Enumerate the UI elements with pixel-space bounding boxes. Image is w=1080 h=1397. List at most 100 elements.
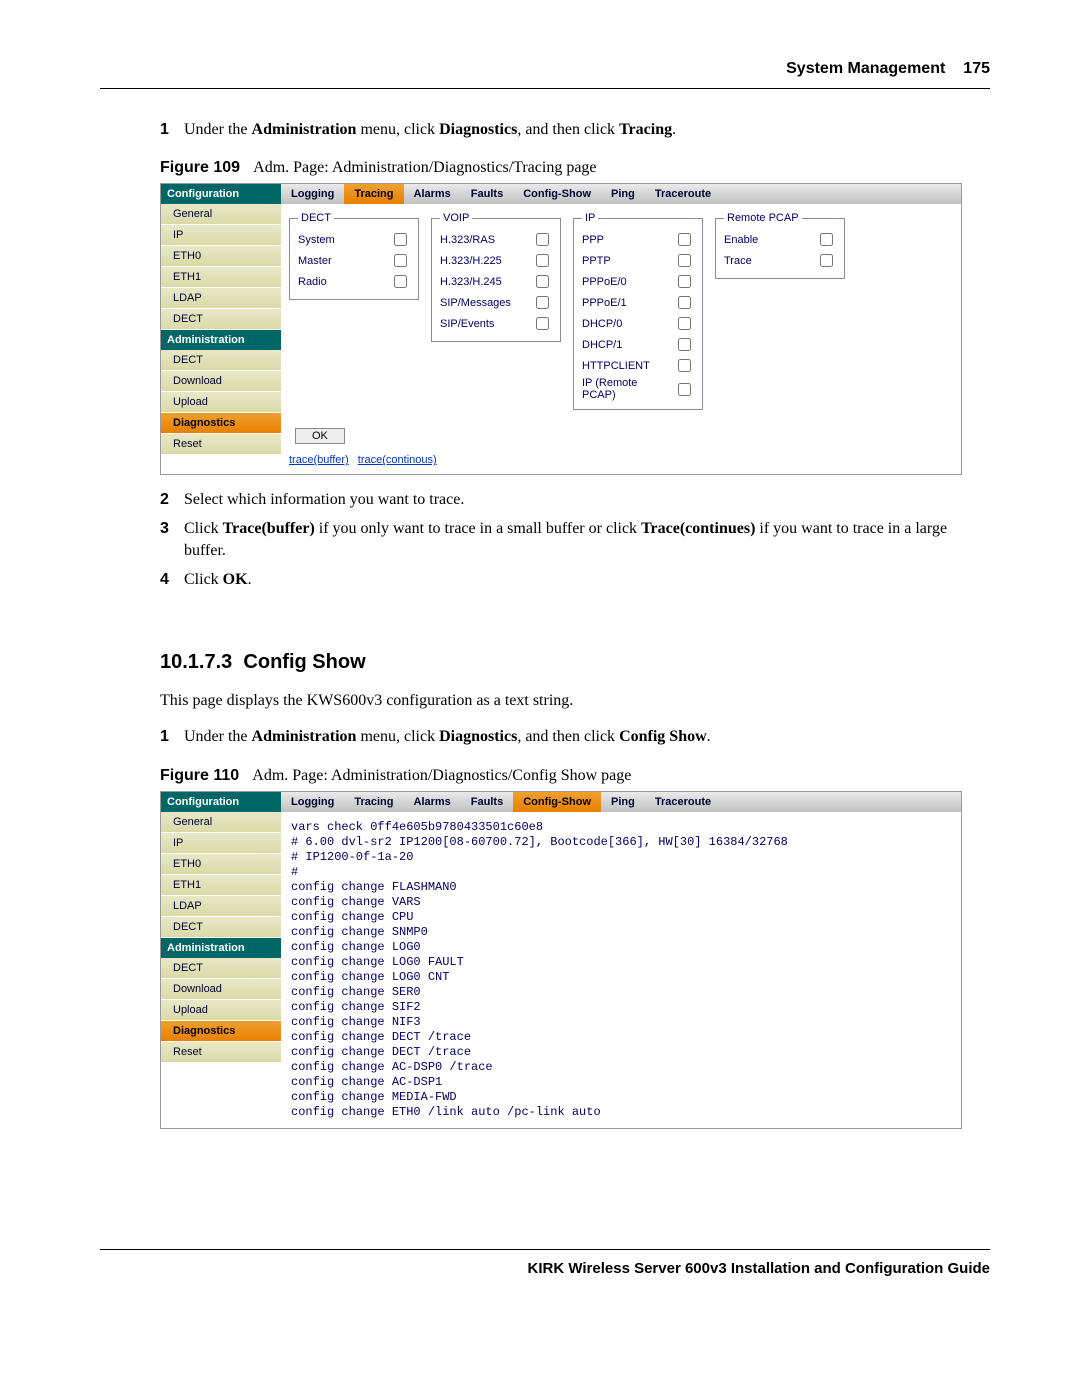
tab-tracing[interactable]: Tracing — [344, 184, 403, 204]
option-label: Enable — [724, 234, 810, 246]
sidebar-item-upload[interactable]: Upload — [161, 392, 281, 413]
tab-logging[interactable]: Logging — [281, 184, 344, 204]
sidebar-item-dect[interactable]: DECT — [161, 350, 281, 371]
sidebar-item-diagnostics[interactable]: Diagnostics — [161, 1021, 281, 1042]
checkbox-enable[interactable] — [820, 233, 833, 246]
sidebar-head-configuration: Configuration — [161, 184, 281, 204]
link-trace-continous[interactable]: trace(continous) — [358, 454, 437, 466]
sidebar-item-upload[interactable]: Upload — [161, 1000, 281, 1021]
step-1: 1 Under the Administration menu, click D… — [160, 119, 990, 141]
sidebar: Configuration GeneralIPETH0ETH1LDAPDECT … — [161, 792, 281, 1128]
checkbox-master[interactable] — [394, 254, 407, 267]
tab-ping[interactable]: Ping — [601, 184, 645, 204]
sidebar: Configuration GeneralIPETH0ETH1LDAPDECT … — [161, 184, 281, 474]
sidebar-item-download[interactable]: Download — [161, 979, 281, 1000]
sidebar-item-general[interactable]: General — [161, 204, 281, 225]
checkbox-h-323-h-245[interactable] — [536, 275, 549, 288]
option-label: HTTPCLIENT — [582, 360, 668, 372]
tab-faults[interactable]: Faults — [461, 792, 513, 812]
tab-traceroute[interactable]: Traceroute — [645, 184, 721, 204]
option-label: PPPoE/0 — [582, 276, 668, 288]
option-label: SIP/Messages — [440, 297, 526, 309]
option-label: Trace — [724, 255, 810, 267]
tab-config-show[interactable]: Config-Show — [513, 792, 601, 812]
admin-configshow-screenshot: Configuration GeneralIPETH0ETH1LDAPDECT … — [160, 791, 962, 1129]
option-row: HTTPCLIENT — [582, 356, 694, 375]
ok-row: OK — [289, 422, 953, 444]
sidebar-item-ip[interactable]: IP — [161, 225, 281, 246]
option-row: DHCP/0 — [582, 314, 694, 333]
figure-text: Adm. Page: Administration/Diagnostics/Co… — [252, 767, 631, 784]
sidebar-item-dect[interactable]: DECT — [161, 309, 281, 330]
checkbox-ip-remote-pcap-[interactable] — [678, 383, 691, 396]
option-label: Radio — [298, 276, 384, 288]
option-row: PPPoE/0 — [582, 272, 694, 291]
option-row: IP (Remote PCAP) — [582, 377, 694, 401]
checkbox-pptp[interactable] — [678, 254, 691, 267]
tab-faults[interactable]: Faults — [461, 184, 513, 204]
option-row: PPPoE/1 — [582, 293, 694, 312]
step-text: Select which information you want to tra… — [184, 489, 990, 511]
option-row: PPP — [582, 230, 694, 249]
option-label: DHCP/0 — [582, 318, 668, 330]
figure-text: Adm. Page: Administration/Diagnostics/Tr… — [253, 159, 596, 176]
sidebar-item-eth0[interactable]: ETH0 — [161, 246, 281, 267]
sidebar-item-dect[interactable]: DECT — [161, 917, 281, 938]
checkbox-dhcp-1[interactable] — [678, 338, 691, 351]
sidebar-item-eth1[interactable]: ETH1 — [161, 267, 281, 288]
tab-bar: LoggingTracingAlarmsFaultsConfig-ShowPin… — [281, 792, 961, 812]
group-ip: IPPPPPPTPPPPoE/0PPPoE/1DHCP/0DHCP/1HTTPC… — [573, 212, 703, 410]
tab-traceroute[interactable]: Traceroute — [645, 792, 721, 812]
checkbox-sip-messages[interactable] — [536, 296, 549, 309]
option-label: Master — [298, 255, 384, 267]
sidebar-item-download[interactable]: Download — [161, 371, 281, 392]
option-row: H.323/H.225 — [440, 251, 552, 270]
sidebar-item-dect[interactable]: DECT — [161, 958, 281, 979]
checkbox-h-323-ras[interactable] — [536, 233, 549, 246]
option-label: PPTP — [582, 255, 668, 267]
checkbox-pppoe-1[interactable] — [678, 296, 691, 309]
checkbox-ppp[interactable] — [678, 233, 691, 246]
step-3: 3 Click Trace(buffer) if you only want t… — [160, 518, 990, 563]
admin-tracing-screenshot: Configuration GeneralIPETH0ETH1LDAPDECT … — [160, 183, 962, 475]
step-1b: 1 Under the Administration menu, click D… — [160, 726, 990, 748]
tab-alarms[interactable]: Alarms — [404, 184, 461, 204]
sidebar-item-general[interactable]: General — [161, 812, 281, 833]
checkbox-pppoe-0[interactable] — [678, 275, 691, 288]
link-trace-buffer[interactable]: trace(buffer) — [289, 454, 349, 466]
sidebar-item-ip[interactable]: IP — [161, 833, 281, 854]
step-text: Under the Administration menu, click Dia… — [184, 726, 990, 748]
checkbox-sip-events[interactable] — [536, 317, 549, 330]
option-label: PPPoE/1 — [582, 297, 668, 309]
tab-logging[interactable]: Logging — [281, 792, 344, 812]
group-remote-pcap: Remote PCAPEnableTrace — [715, 212, 845, 279]
main-panel: LoggingTracingAlarmsFaultsConfig-ShowPin… — [281, 184, 961, 474]
sidebar-item-reset[interactable]: Reset — [161, 1042, 281, 1063]
header-section: System Management — [786, 60, 945, 78]
step-number: 4 — [160, 569, 184, 591]
checkbox-trace[interactable] — [820, 254, 833, 267]
ok-button[interactable]: OK — [295, 428, 345, 444]
sidebar-item-ldap[interactable]: LDAP — [161, 896, 281, 917]
sidebar-head-administration: Administration — [161, 330, 281, 350]
sidebar-item-ldap[interactable]: LDAP — [161, 288, 281, 309]
option-label: H.323/H.245 — [440, 276, 526, 288]
tab-tracing[interactable]: Tracing — [344, 792, 403, 812]
checkbox-h-323-h-225[interactable] — [536, 254, 549, 267]
figure-label: Figure 110 — [160, 767, 239, 784]
sidebar-item-reset[interactable]: Reset — [161, 434, 281, 455]
checkbox-system[interactable] — [394, 233, 407, 246]
sidebar-item-diagnostics[interactable]: Diagnostics — [161, 413, 281, 434]
sidebar-item-eth0[interactable]: ETH0 — [161, 854, 281, 875]
section-title: Config Show — [243, 651, 365, 673]
step-text: Under the Administration menu, click Dia… — [184, 119, 990, 141]
checkbox-radio[interactable] — [394, 275, 407, 288]
checkbox-dhcp-0[interactable] — [678, 317, 691, 330]
figure-110-caption: Figure 110 Adm. Page: Administration/Dia… — [160, 767, 990, 785]
checkbox-httpclient[interactable] — [678, 359, 691, 372]
tab-ping[interactable]: Ping — [601, 792, 645, 812]
tab-config-show[interactable]: Config-Show — [513, 184, 601, 204]
tab-alarms[interactable]: Alarms — [404, 792, 461, 812]
option-row: DHCP/1 — [582, 335, 694, 354]
sidebar-item-eth1[interactable]: ETH1 — [161, 875, 281, 896]
